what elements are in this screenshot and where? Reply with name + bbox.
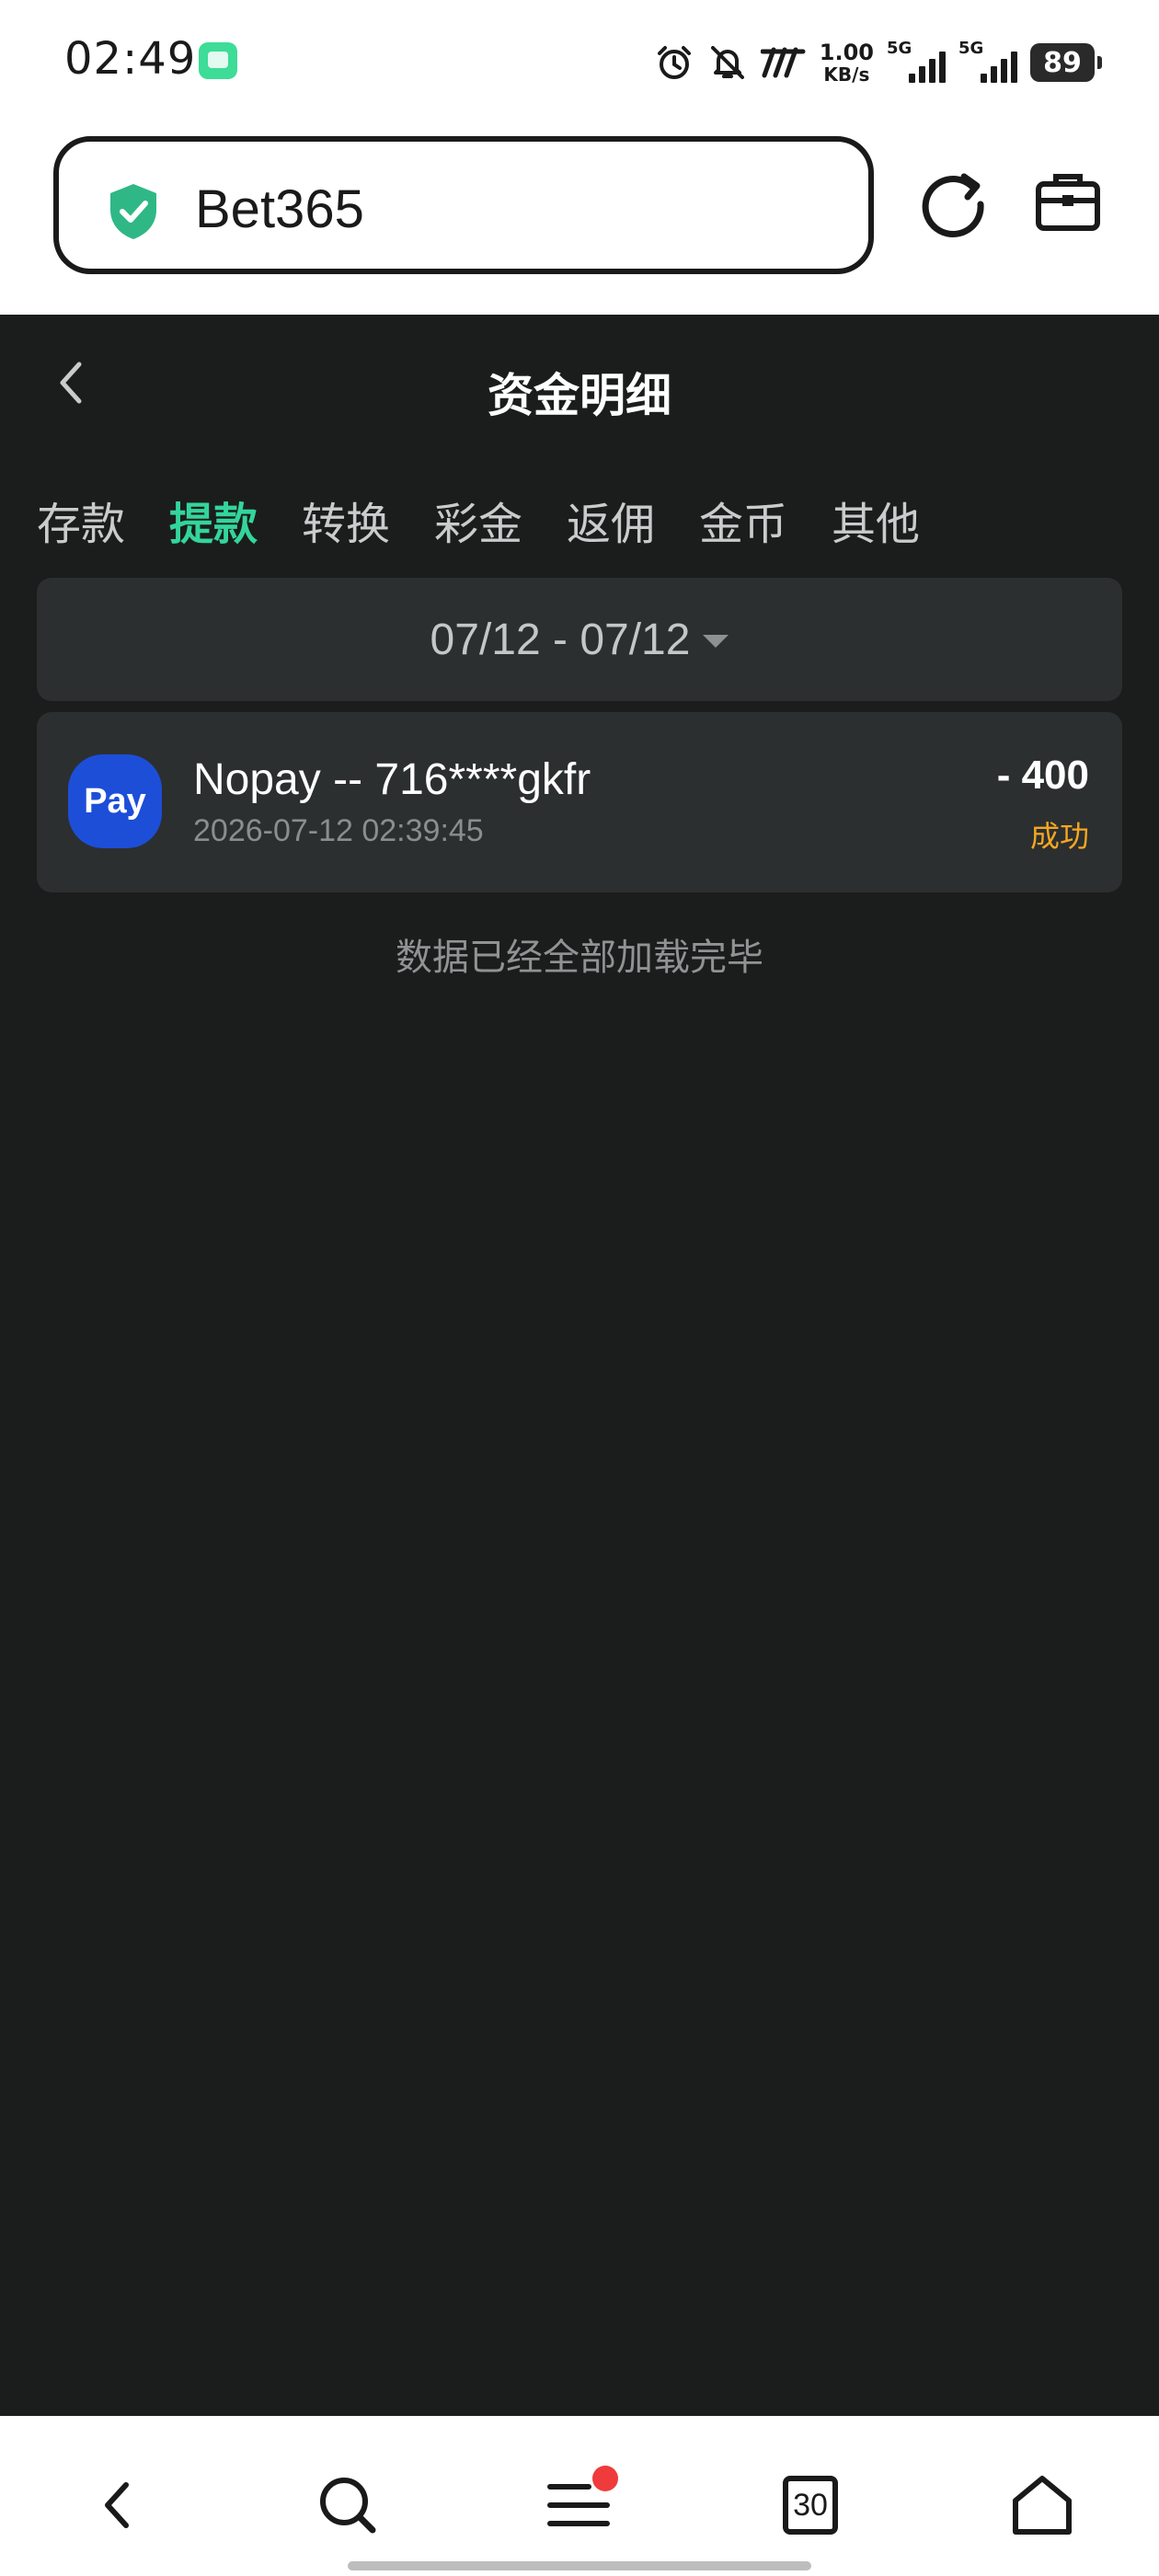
network-speed: 1.00 KB/s (820, 41, 874, 84)
toolbox-icon[interactable] (1034, 169, 1102, 234)
url-text: Bet365 (195, 179, 364, 239)
notification-app-icon (199, 42, 237, 79)
load-complete-text: 数据已经全部加载完毕 (396, 937, 763, 979)
battery-indicator: 89 (1030, 43, 1102, 82)
transaction-datetime: 2026-07-12 02:39:45 (193, 813, 484, 848)
network-speed-unit: KB/s (823, 63, 870, 86)
tab-coins[interactable]: 金币 (699, 488, 832, 552)
nav-tabs-button[interactable]: 30 (769, 2464, 852, 2547)
shield-check-icon (110, 184, 156, 239)
page-header: 资金明细 (0, 315, 1159, 453)
alarm-icon (657, 46, 691, 79)
status-time: 02:49 (64, 33, 197, 85)
signal-bars-icon (981, 52, 1017, 83)
signal-bars-icon (909, 52, 946, 83)
tab-transfer[interactable]: 转换 (302, 488, 434, 552)
nav-search-button[interactable] (306, 2464, 389, 2547)
bottom-navigation: 30 (0, 2416, 1159, 2576)
pay-logo-icon: Pay (68, 754, 162, 848)
home-icon (1013, 2476, 1072, 2535)
transaction-item[interactable]: Pay Nopay -- 716****gkfr 2026-07-12 02:3… (37, 712, 1122, 892)
signal-strength-2: 5G (958, 39, 1017, 86)
tabs-count-icon: 30 (783, 2476, 838, 2535)
pay-logo-text: Pay (84, 781, 146, 821)
status-icons: 1.00 KB/s 5G 5G 89 (654, 37, 1102, 88)
notification-dot (592, 2466, 618, 2491)
back-icon (105, 2482, 129, 2528)
nav-home-button[interactable] (1001, 2464, 1084, 2547)
tab-deposit[interactable]: 存款 (37, 488, 169, 552)
search-icon (320, 2478, 376, 2534)
tab-withdraw[interactable]: 提款 (169, 488, 302, 552)
network-speed-value: 1.00 (819, 40, 874, 65)
transaction-amount: - 400 (996, 753, 1089, 798)
caret-down-icon (703, 635, 729, 648)
page-title: 资金明细 (488, 369, 671, 422)
transaction-name: Nopay -- 716****gkfr (193, 755, 591, 804)
tab-rebate[interactable]: 返佣 (567, 488, 699, 552)
address-bar[interactable]: Bet365 (53, 136, 874, 274)
browser-toolbar: Bet365 (0, 129, 1159, 315)
category-tabs: 存款 提款 转换 彩金 返佣 金币 其他 (37, 488, 964, 552)
reload-icon[interactable] (916, 166, 990, 239)
transaction-status: 成功 (1029, 819, 1089, 854)
tab-bonus[interactable]: 彩金 (434, 488, 567, 552)
data-saver-icon (760, 47, 806, 78)
signal-strength-1: 5G (887, 39, 946, 86)
mute-bell-icon (710, 46, 744, 79)
date-range-filter[interactable]: 07/12 - 07/12 (37, 578, 1122, 701)
home-indicator[interactable] (348, 2561, 811, 2570)
tab-other[interactable]: 其他 (832, 488, 964, 552)
date-range-text: 07/12 - 07/12 (430, 615, 691, 664)
tab-count-value: 30 (793, 2487, 828, 2523)
status-bar: 02:49 1.00 KB/s 5G 5G 89 (0, 0, 1159, 129)
nav-back-button[interactable] (75, 2464, 158, 2547)
